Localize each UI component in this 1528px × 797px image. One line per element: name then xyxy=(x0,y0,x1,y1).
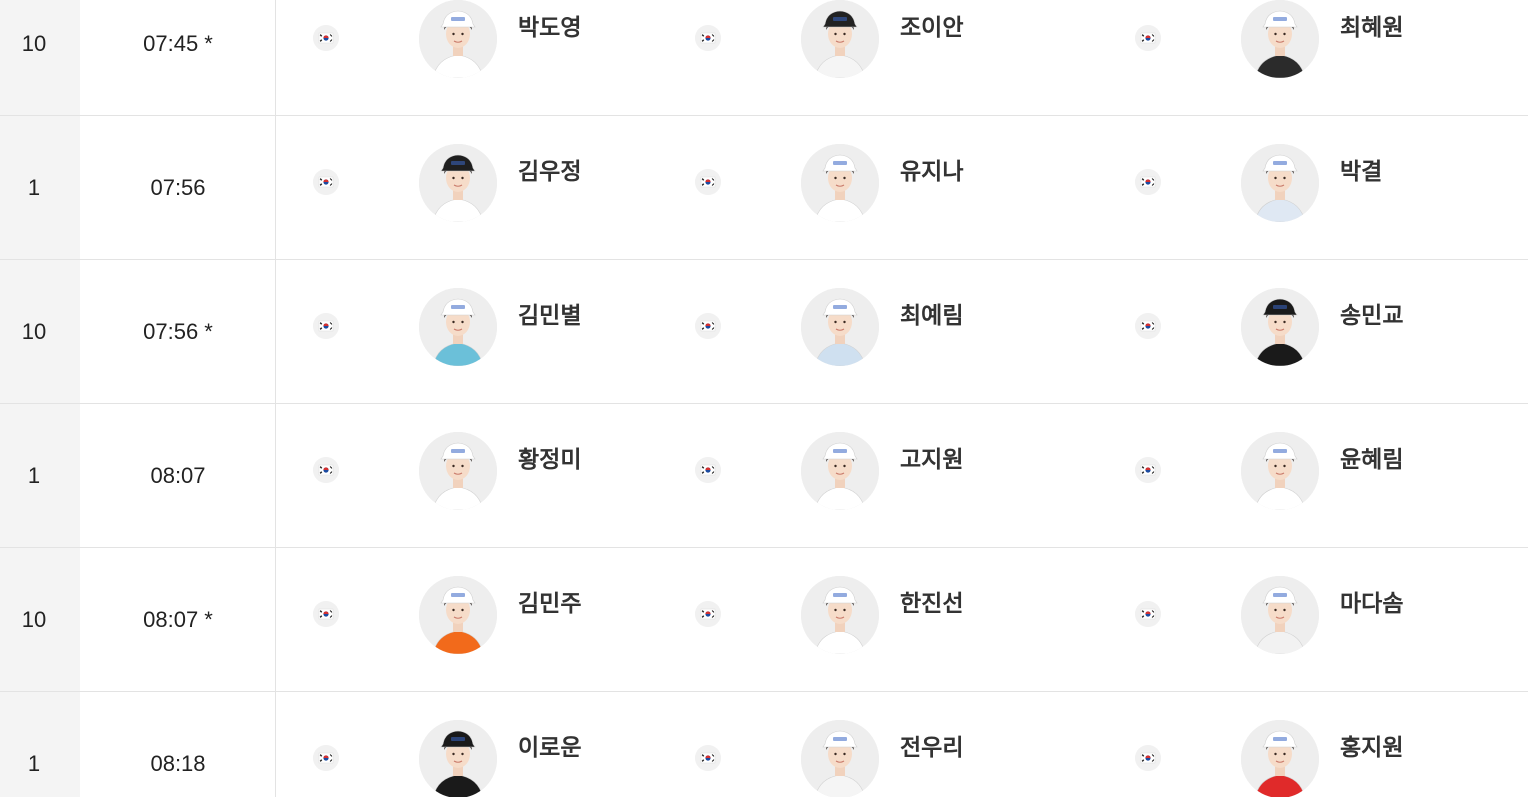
player-name[interactable]: 김우정 xyxy=(518,152,581,186)
korea-flag-icon xyxy=(313,457,339,483)
table-row: 1 07:56 김우정 유지나 박결 xyxy=(0,116,1528,260)
korea-flag-icon xyxy=(313,169,339,195)
player-avatar[interactable] xyxy=(1241,432,1319,510)
tee-time: 07:56 xyxy=(150,175,206,200)
korea-flag-icon xyxy=(313,25,339,51)
player-name[interactable]: 윤혜림 xyxy=(1340,440,1403,474)
player-name[interactable]: 송민교 xyxy=(1340,296,1403,330)
tee-number: 10 xyxy=(21,319,47,344)
player-name[interactable]: 이로운 xyxy=(518,728,581,762)
tee-time-cell: 08:18 xyxy=(80,692,276,797)
player-avatar[interactable] xyxy=(801,0,879,78)
korea-flag-icon xyxy=(1135,457,1161,483)
player-avatar[interactable] xyxy=(419,720,497,797)
tee-number: 1 xyxy=(27,463,41,488)
player-avatar[interactable] xyxy=(1241,720,1319,797)
korea-flag-icon xyxy=(1135,601,1161,627)
player-avatar[interactable] xyxy=(801,432,879,510)
tee-time: 08:07 * xyxy=(143,607,213,632)
tee-time: 08:18 xyxy=(150,751,206,776)
player-avatar[interactable] xyxy=(419,0,497,78)
player-avatar[interactable] xyxy=(419,144,497,222)
korea-flag-icon xyxy=(695,313,721,339)
player-name[interactable]: 전우리 xyxy=(900,728,963,762)
korea-flag-icon xyxy=(1135,25,1161,51)
tee-times-table: 10 07:45 * 박도영 조이안 최혜원 1 07:56 김우정 유지나 박결 10 07:56 … xyxy=(0,0,1528,797)
player-avatar[interactable] xyxy=(1241,144,1319,222)
korea-flag-icon xyxy=(695,601,721,627)
player-avatar[interactable] xyxy=(801,144,879,222)
korea-flag-icon xyxy=(1135,313,1161,339)
tee-time-cell: 07:56 * xyxy=(80,260,276,403)
player-avatar[interactable] xyxy=(801,720,879,797)
korea-flag-icon xyxy=(313,313,339,339)
player-name[interactable]: 박도영 xyxy=(518,8,581,42)
player-name[interactable]: 마다솜 xyxy=(1340,584,1403,618)
tee-cell: 10 xyxy=(0,260,80,403)
player-name[interactable]: 고지원 xyxy=(900,440,963,474)
player-avatar[interactable] xyxy=(419,288,497,366)
tee-time-cell: 07:56 xyxy=(80,116,276,259)
player-avatar[interactable] xyxy=(419,432,497,510)
player-avatar[interactable] xyxy=(1241,288,1319,366)
player-name[interactable]: 최혜원 xyxy=(1340,8,1403,42)
korea-flag-icon xyxy=(313,601,339,627)
player-name[interactable]: 최예림 xyxy=(900,296,963,330)
tee-time-cell: 08:07 xyxy=(80,404,276,547)
tee-cell: 1 xyxy=(0,404,80,547)
table-row: 1 08:18 이로운 전우리 홍지원 xyxy=(0,692,1528,797)
tee-time: 08:07 xyxy=(150,463,206,488)
player-name[interactable]: 황정미 xyxy=(518,440,581,474)
tee-time: 07:56 * xyxy=(143,319,213,344)
player-avatar[interactable] xyxy=(801,288,879,366)
player-name[interactable]: 홍지원 xyxy=(1340,728,1403,762)
tee-cell: 1 xyxy=(0,116,80,259)
korea-flag-icon xyxy=(313,745,339,771)
tee-number: 10 xyxy=(21,607,47,632)
player-name[interactable]: 유지나 xyxy=(900,152,963,186)
korea-flag-icon xyxy=(695,457,721,483)
korea-flag-icon xyxy=(1135,169,1161,195)
player-name[interactable]: 김민별 xyxy=(518,296,581,330)
tee-time-cell: 08:07 * xyxy=(80,548,276,691)
tee-cell: 10 xyxy=(0,548,80,691)
table-row: 1 08:07 황정미 고지원 윤혜림 xyxy=(0,404,1528,548)
tee-cell: 1 xyxy=(0,692,80,797)
table-row: 10 07:45 * 박도영 조이안 최혜원 xyxy=(0,0,1528,116)
korea-flag-icon xyxy=(695,25,721,51)
player-avatar[interactable] xyxy=(801,576,879,654)
tee-number: 1 xyxy=(27,751,41,776)
table-row: 10 07:56 * 김민별 최예림 송민교 xyxy=(0,260,1528,404)
table-row: 10 08:07 * 김민주 한진선 마다솜 xyxy=(0,548,1528,692)
player-avatar[interactable] xyxy=(419,576,497,654)
korea-flag-icon xyxy=(695,169,721,195)
player-name[interactable]: 김민주 xyxy=(518,584,581,618)
player-name[interactable]: 조이안 xyxy=(900,8,963,42)
tee-time: 07:45 * xyxy=(143,31,213,56)
player-avatar[interactable] xyxy=(1241,576,1319,654)
korea-flag-icon xyxy=(1135,745,1161,771)
tee-number: 1 xyxy=(27,175,41,200)
player-name[interactable]: 한진선 xyxy=(900,584,963,618)
tee-time-cell: 07:45 * xyxy=(80,0,276,115)
tee-cell: 10 xyxy=(0,0,80,115)
player-name[interactable]: 박결 xyxy=(1340,152,1382,186)
tee-number: 10 xyxy=(21,31,47,56)
player-avatar[interactable] xyxy=(1241,0,1319,78)
korea-flag-icon xyxy=(695,745,721,771)
